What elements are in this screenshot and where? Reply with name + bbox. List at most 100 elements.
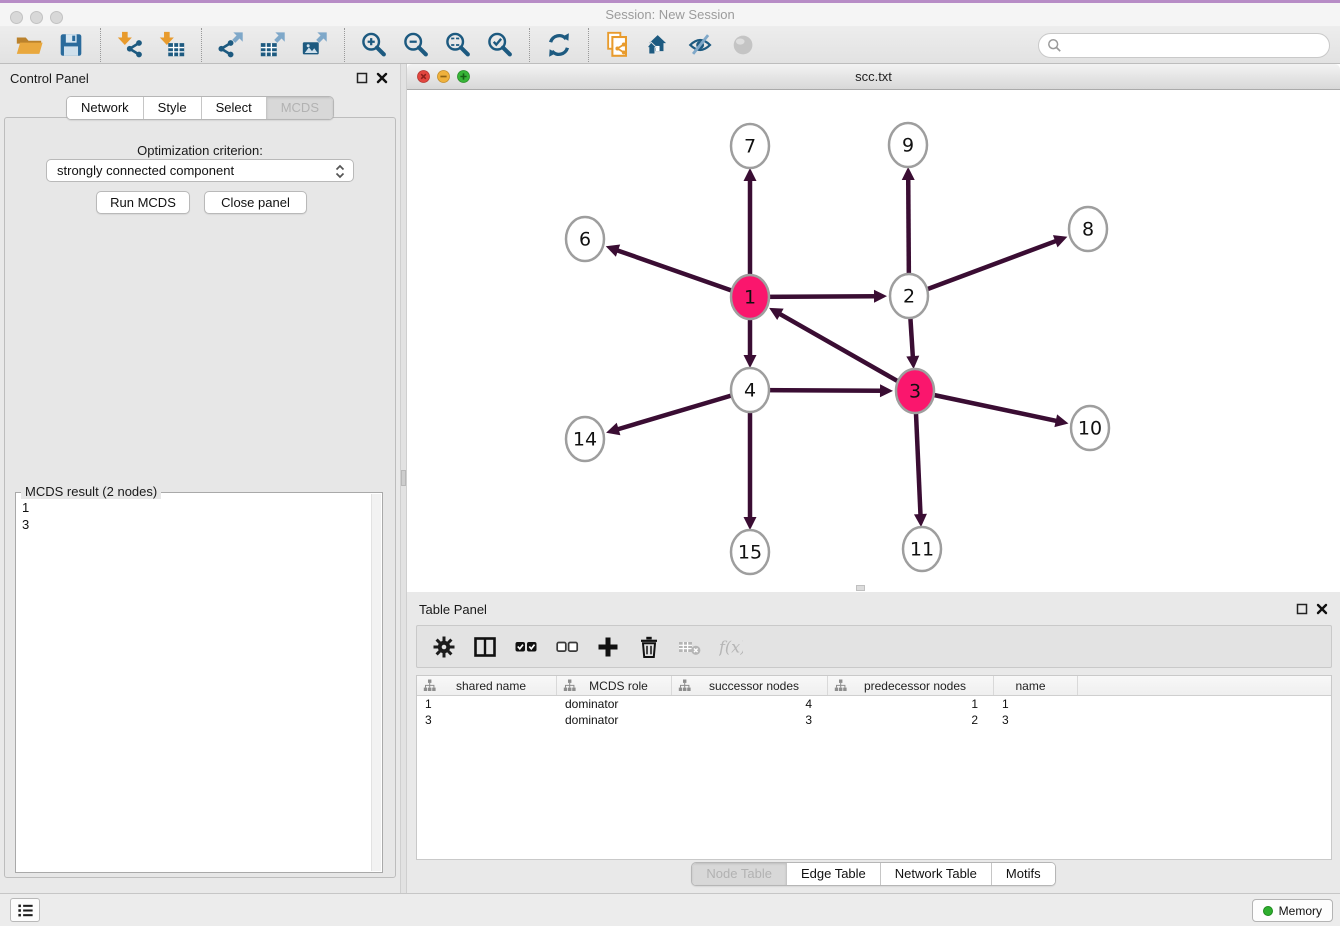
zoom-network-button[interactable]	[457, 70, 470, 83]
svg-text:f(x): f(x)	[719, 637, 743, 656]
duplicate-network-button[interactable]	[600, 28, 636, 62]
float-panel-icon[interactable]	[356, 72, 368, 84]
column-header-name[interactable]: name	[994, 676, 1078, 695]
show-all-button[interactable]	[726, 28, 762, 62]
minimize-network-button[interactable]	[437, 70, 450, 83]
refresh-button[interactable]	[541, 28, 577, 62]
node-15[interactable]: 15	[731, 530, 769, 574]
node-label: 3	[909, 381, 921, 403]
edge-3-1[interactable]	[779, 313, 915, 391]
window-controls	[10, 11, 63, 24]
memory-button[interactable]: Memory	[1252, 899, 1333, 922]
edge-2-8[interactable]	[909, 241, 1057, 296]
node-10[interactable]: 10	[1071, 406, 1109, 450]
node-7[interactable]: 7	[731, 124, 769, 168]
close-panel-button[interactable]: Close panel	[204, 191, 307, 214]
optimization-criterion-label: Optimization criterion:	[5, 143, 395, 158]
tab-node-table[interactable]: Node Table	[692, 863, 786, 885]
search-input[interactable]	[1066, 38, 1321, 53]
table-cell[interactable]: 3	[417, 712, 557, 728]
table-cell[interactable]: 4	[672, 696, 828, 712]
export-table-button[interactable]	[255, 28, 291, 62]
node-8[interactable]: 8	[1069, 207, 1107, 251]
zoom-selected-button[interactable]	[482, 28, 518, 62]
table-cell[interactable]: 1	[417, 696, 557, 712]
mcds-result-text[interactable]: 13	[16, 496, 370, 872]
network-canvas[interactable]: 7 9 6 8 1 2 4 3 14 10 15 11	[407, 90, 1340, 592]
toolbar-separator	[588, 28, 589, 62]
column-header-successor-nodes[interactable]: successor nodes	[672, 676, 828, 695]
hide-selected-button[interactable]	[684, 28, 720, 62]
tab-network-table[interactable]: Network Table	[880, 863, 991, 885]
open-session-button[interactable]	[11, 28, 47, 62]
run-mcds-button[interactable]: Run MCDS	[96, 191, 190, 214]
zoom-window-button[interactable]	[50, 11, 63, 24]
node-label: 10	[1078, 418, 1102, 440]
export-image-button[interactable]	[297, 28, 333, 62]
column-header-shared-name[interactable]: shared name	[417, 676, 557, 695]
save-session-button[interactable]	[53, 28, 89, 62]
zoom-in-button[interactable]	[356, 28, 392, 62]
column-header-predecessor-nodes[interactable]: predecessor nodes	[828, 676, 994, 695]
edge-3-10[interactable]	[915, 391, 1058, 421]
node-9[interactable]: 9	[889, 123, 927, 167]
table-row[interactable]: 1dominator411	[417, 696, 1331, 712]
delete-column-button[interactable]	[636, 634, 662, 660]
panel-splitter[interactable]	[400, 64, 407, 893]
node-14[interactable]: 14	[566, 417, 604, 461]
node-11[interactable]: 11	[903, 527, 941, 571]
search-box[interactable]	[1038, 33, 1330, 58]
tab-style[interactable]: Style	[143, 97, 201, 119]
add-column-button[interactable]	[595, 634, 621, 660]
zoom-out-button[interactable]	[398, 28, 434, 62]
float-table-panel-icon[interactable]	[1296, 603, 1308, 615]
node-2[interactable]: 2	[890, 274, 928, 318]
deselect-all-button[interactable]	[554, 634, 580, 660]
table-cell[interactable]: 1	[828, 696, 994, 712]
table-cell[interactable]: dominator	[557, 696, 672, 712]
node-1[interactable]: 1	[731, 275, 769, 319]
table-settings-icon	[432, 635, 456, 659]
close-table-panel-icon[interactable]	[1316, 603, 1328, 615]
splitter-grip[interactable]	[401, 470, 406, 486]
close-window-button[interactable]	[10, 11, 23, 24]
zoom-fit-button[interactable]	[440, 28, 476, 62]
tab-mcds[interactable]: MCDS	[266, 97, 333, 119]
toggle-panes-button[interactable]	[472, 634, 498, 660]
export-network-button[interactable]	[213, 28, 249, 62]
node-4[interactable]: 4	[731, 368, 769, 412]
table-panel: Table Panel f(x) shared nameMCDS rolesuc…	[407, 595, 1340, 888]
node-3[interactable]: 3	[896, 369, 934, 413]
close-panel-icon[interactable]	[376, 72, 388, 84]
table-cell[interactable]: 3	[672, 712, 828, 728]
tab-network[interactable]: Network	[67, 97, 143, 119]
table-cell[interactable]: 1	[994, 696, 1078, 712]
result-scrollbar[interactable]	[371, 494, 381, 871]
network-window-titlebar[interactable]: scc.txt	[407, 64, 1340, 90]
show-panels-button[interactable]	[10, 898, 40, 922]
import-table-button[interactable]	[154, 28, 190, 62]
tab-motifs[interactable]: Motifs	[991, 863, 1055, 885]
node-table[interactable]: shared nameMCDS rolesuccessor nodesprede…	[416, 675, 1332, 860]
home-button[interactable]	[642, 28, 678, 62]
close-network-button[interactable]	[417, 70, 430, 83]
node-6[interactable]: 6	[566, 217, 604, 261]
edge-1-6[interactable]	[616, 250, 750, 297]
column-header-mcds-role[interactable]: MCDS role	[557, 676, 672, 695]
table-row[interactable]: 3dominator323	[417, 712, 1331, 728]
table-cell[interactable]: 3	[994, 712, 1078, 728]
tab-select[interactable]: Select	[201, 97, 266, 119]
criterion-dropdown[interactable]: strongly connected component	[46, 159, 354, 182]
list-icon	[16, 901, 35, 920]
open-session-icon	[14, 30, 44, 60]
table-settings-button[interactable]	[431, 634, 457, 660]
control-panel-title: Control Panel	[10, 71, 89, 86]
canvas-resize-grip[interactable]	[856, 585, 865, 591]
tab-edge-table[interactable]: Edge Table	[786, 863, 880, 885]
select-all-button[interactable]	[513, 634, 539, 660]
minimize-window-button[interactable]	[30, 11, 43, 24]
table-cell[interactable]: dominator	[557, 712, 672, 728]
table-cell[interactable]: 2	[828, 712, 994, 728]
edge-4-14[interactable]	[617, 390, 750, 430]
import-network-button[interactable]	[112, 28, 148, 62]
